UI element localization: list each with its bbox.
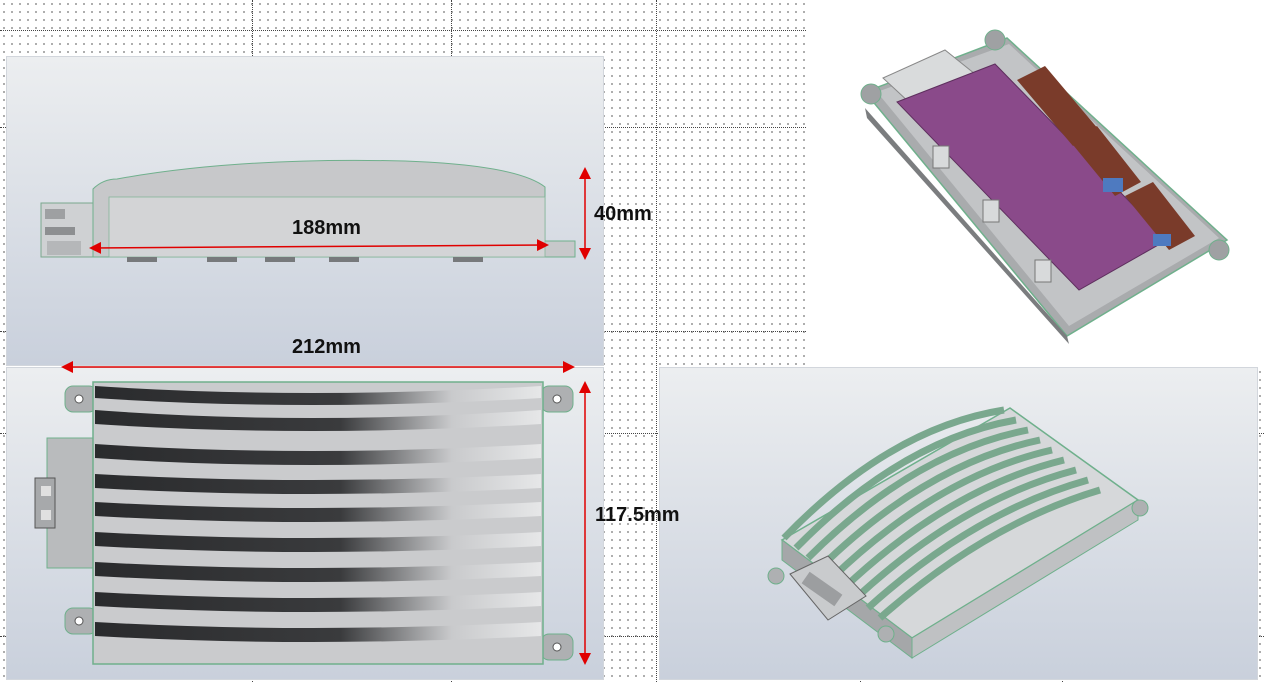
side-length-label: 188mm [292, 217, 361, 239]
dimension-overlay [61, 167, 591, 665]
height-label: 40mm [594, 203, 652, 225]
side-length-arrow [89, 239, 549, 254]
width-label: 117.5mm [595, 504, 680, 526]
total-length-label: 212mm [292, 336, 361, 358]
